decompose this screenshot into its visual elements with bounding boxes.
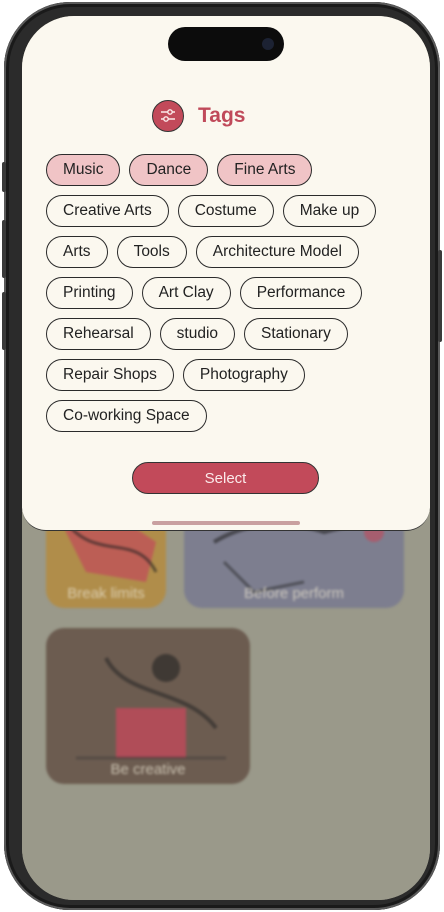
- sliders-icon: [152, 100, 184, 132]
- tags-sheet: Tags Music Dance Fine Arts Creative Arts Cos…: [22, 16, 430, 531]
- card-be-creative: Be creative: [46, 628, 250, 784]
- tag-chip[interactable]: Dance: [129, 154, 209, 186]
- tag-chip[interactable]: Costume: [177, 195, 274, 227]
- sheet-title: Tags: [198, 104, 246, 127]
- volume-down-button: [2, 292, 6, 350]
- tag-chip[interactable]: Rehearsal: [46, 318, 151, 350]
- screen: Break limits Before perform Be creative: [22, 16, 430, 900]
- volume-up-button: [2, 220, 6, 278]
- mute-switch: [2, 162, 6, 192]
- card-label: Be creative: [110, 761, 186, 778]
- card-label: Before perform: [243, 585, 345, 602]
- tag-chip[interactable]: Stationary: [244, 318, 348, 350]
- dynamic-island: [168, 27, 284, 61]
- card-label: Break limits: [67, 585, 145, 602]
- select-button[interactable]: Select: [132, 462, 319, 494]
- camera-icon: [262, 38, 274, 50]
- tag-chip[interactable]: Repair Shops: [46, 359, 174, 391]
- tag-chip[interactable]: Tools: [116, 236, 187, 268]
- tag-chip[interactable]: Performance: [239, 277, 363, 309]
- tag-chip[interactable]: Fine Arts: [217, 154, 313, 186]
- tag-chip[interactable]: Architecture Model: [195, 236, 359, 268]
- tag-chip[interactable]: Photography: [182, 359, 305, 391]
- sheet-header: Tags: [152, 100, 245, 132]
- tag-chip[interactable]: Music: [46, 154, 121, 186]
- power-button: [438, 250, 442, 342]
- tag-list: Music Dance Fine Arts Creative Arts Costume M…: [46, 154, 418, 432]
- sheet-handle[interactable]: [152, 521, 300, 525]
- phone-frame: Break limits Before perform Be creative: [2, 2, 442, 910]
- tag-chip[interactable]: Arts: [46, 236, 108, 268]
- tag-chip[interactable]: studio: [159, 318, 236, 350]
- tag-chip[interactable]: Co-working Space: [46, 400, 207, 432]
- tag-chip[interactable]: Make up: [282, 195, 377, 227]
- tag-chip[interactable]: Art Clay: [141, 277, 231, 309]
- tag-chip[interactable]: Printing: [46, 277, 133, 309]
- tag-chip[interactable]: Creative Arts: [46, 195, 169, 227]
